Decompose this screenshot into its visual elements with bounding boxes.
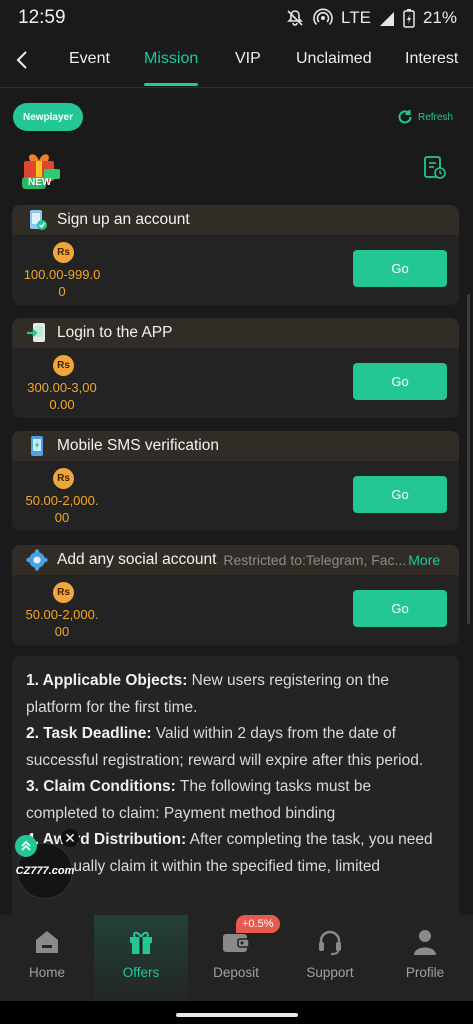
go-button[interactable]: Go	[353, 476, 447, 513]
tab-event[interactable]: Event	[69, 50, 110, 68]
close-icon[interactable]: ✕	[61, 829, 79, 847]
rupee-coin-icon: Rs	[53, 242, 74, 263]
task-header: Login to the APP	[12, 318, 459, 348]
rule-item: 1. Applicable Objects: New users registe…	[26, 668, 445, 721]
task-reward: 100.00-999.00	[23, 267, 101, 299]
status-icons: LTE 21%	[285, 8, 457, 28]
task-header: Sign up an account	[12, 205, 459, 235]
back-button[interactable]	[8, 46, 36, 74]
nav-label: Offers	[122, 965, 160, 980]
tab-vip[interactable]: VIP	[235, 50, 261, 68]
nav-profile[interactable]: Profile	[378, 915, 472, 1001]
deposit-bonus-badge: +0.5%	[236, 915, 280, 933]
hotspot-icon	[313, 8, 333, 28]
rule-heading: 3. Claim Conditions:	[26, 778, 176, 795]
task-header: Mobile SMS verification	[12, 431, 459, 461]
rule-heading: 1. Applicable Objects:	[26, 672, 188, 689]
tab-mission[interactable]: Mission	[144, 50, 198, 68]
task-title: Add any social account	[57, 551, 217, 568]
home-icon	[32, 927, 62, 957]
rules-panel: 1. Applicable Objects: New users registe…	[12, 656, 459, 915]
chevron-left-icon	[16, 51, 27, 69]
rupee-coin-icon: Rs	[53, 355, 74, 376]
headset-icon	[315, 927, 345, 957]
refresh-button[interactable]: Refresh	[396, 108, 453, 126]
floating-promo-widget[interactable]: CZ777.com ✕	[15, 829, 79, 899]
rupee-coin-icon: Rs	[53, 468, 74, 489]
active-tab-indicator	[144, 83, 198, 86]
mute-icon	[285, 8, 305, 28]
social-gear-icon	[26, 549, 48, 571]
more-link[interactable]: More	[408, 552, 440, 568]
phone-check-icon	[30, 210, 47, 230]
sms-phone-icon	[31, 436, 43, 456]
nav-label: Deposit	[213, 965, 259, 980]
battery-icon	[403, 8, 415, 28]
task-header: Add any social account Restricted to:Tel…	[12, 545, 459, 575]
chevron-double-up-icon[interactable]	[15, 835, 37, 857]
profile-icon	[410, 927, 440, 957]
task-restriction: Restricted to:Telegram, Fac...	[223, 552, 407, 568]
new-gift-label: NEW	[28, 177, 52, 188]
rule-item: 4. Award Distribution: After completing …	[26, 827, 445, 880]
rupee-coin-icon: Rs	[53, 582, 74, 603]
status-bar: 12:59 LTE 21%	[0, 0, 473, 36]
home-gesture-pill[interactable]	[176, 1013, 298, 1017]
newplayer-badge[interactable]: Newplayer	[13, 103, 83, 131]
task-card-login: Login to the APP Rs 300.00-3,000.00 Go	[12, 318, 459, 418]
status-time: 12:59	[18, 7, 66, 28]
task-title: Sign up an account	[57, 211, 190, 228]
rule-item: 3. Claim Conditions: The following tasks…	[26, 774, 445, 827]
network-label: LTE	[341, 8, 371, 27]
go-button[interactable]: Go	[353, 590, 447, 627]
nav-label: Home	[28, 965, 65, 980]
nav-support[interactable]: Support	[283, 915, 377, 1001]
gift-icon	[126, 927, 156, 957]
task-reward: 50.00-2,000.00	[25, 493, 99, 525]
task-card-sms: Mobile SMS verification Rs 50.00-2,000.0…	[12, 431, 459, 531]
refresh-icon	[398, 110, 412, 124]
top-tab-bar: Event Mission VIP Unclaimed Interest	[0, 36, 473, 88]
gesture-bar	[0, 1001, 473, 1024]
refresh-label: Refresh	[417, 111, 453, 123]
nav-label: Profile	[405, 965, 445, 980]
task-reward: 300.00-3,000.00	[27, 380, 97, 412]
task-card-signup: Sign up an account Rs 100.00-999.00 Go	[12, 205, 459, 305]
task-reward: 50.00-2,000.00	[25, 607, 99, 639]
task-title: Mobile SMS verification	[57, 437, 219, 454]
signal-icon	[379, 9, 395, 27]
task-record-icon[interactable]	[423, 155, 447, 181]
mission-content: Newplayer Refresh NEW Sign up an account…	[0, 89, 473, 915]
nav-label: Support	[306, 965, 354, 980]
rule-item: 2. Task Deadline: Valid within 2 days fr…	[26, 721, 445, 774]
nav-offers[interactable]: Offers	[94, 915, 188, 1001]
go-button[interactable]: Go	[353, 250, 447, 287]
new-gift-icon: NEW	[16, 147, 64, 191]
task-title: Login to the APP	[57, 324, 173, 341]
go-button[interactable]: Go	[353, 363, 447, 400]
battery-percent: 21%	[422, 8, 457, 27]
rule-heading: 2. Task Deadline:	[26, 725, 152, 742]
scrollbar[interactable]	[467, 294, 470, 624]
tab-interest[interactable]: Interest	[405, 50, 458, 68]
nav-home[interactable]: Home	[0, 915, 94, 1001]
task-card-social: Add any social account Restricted to:Tel…	[12, 545, 459, 645]
login-app-icon	[27, 323, 45, 342]
tab-unclaimed[interactable]: Unclaimed	[296, 50, 372, 68]
